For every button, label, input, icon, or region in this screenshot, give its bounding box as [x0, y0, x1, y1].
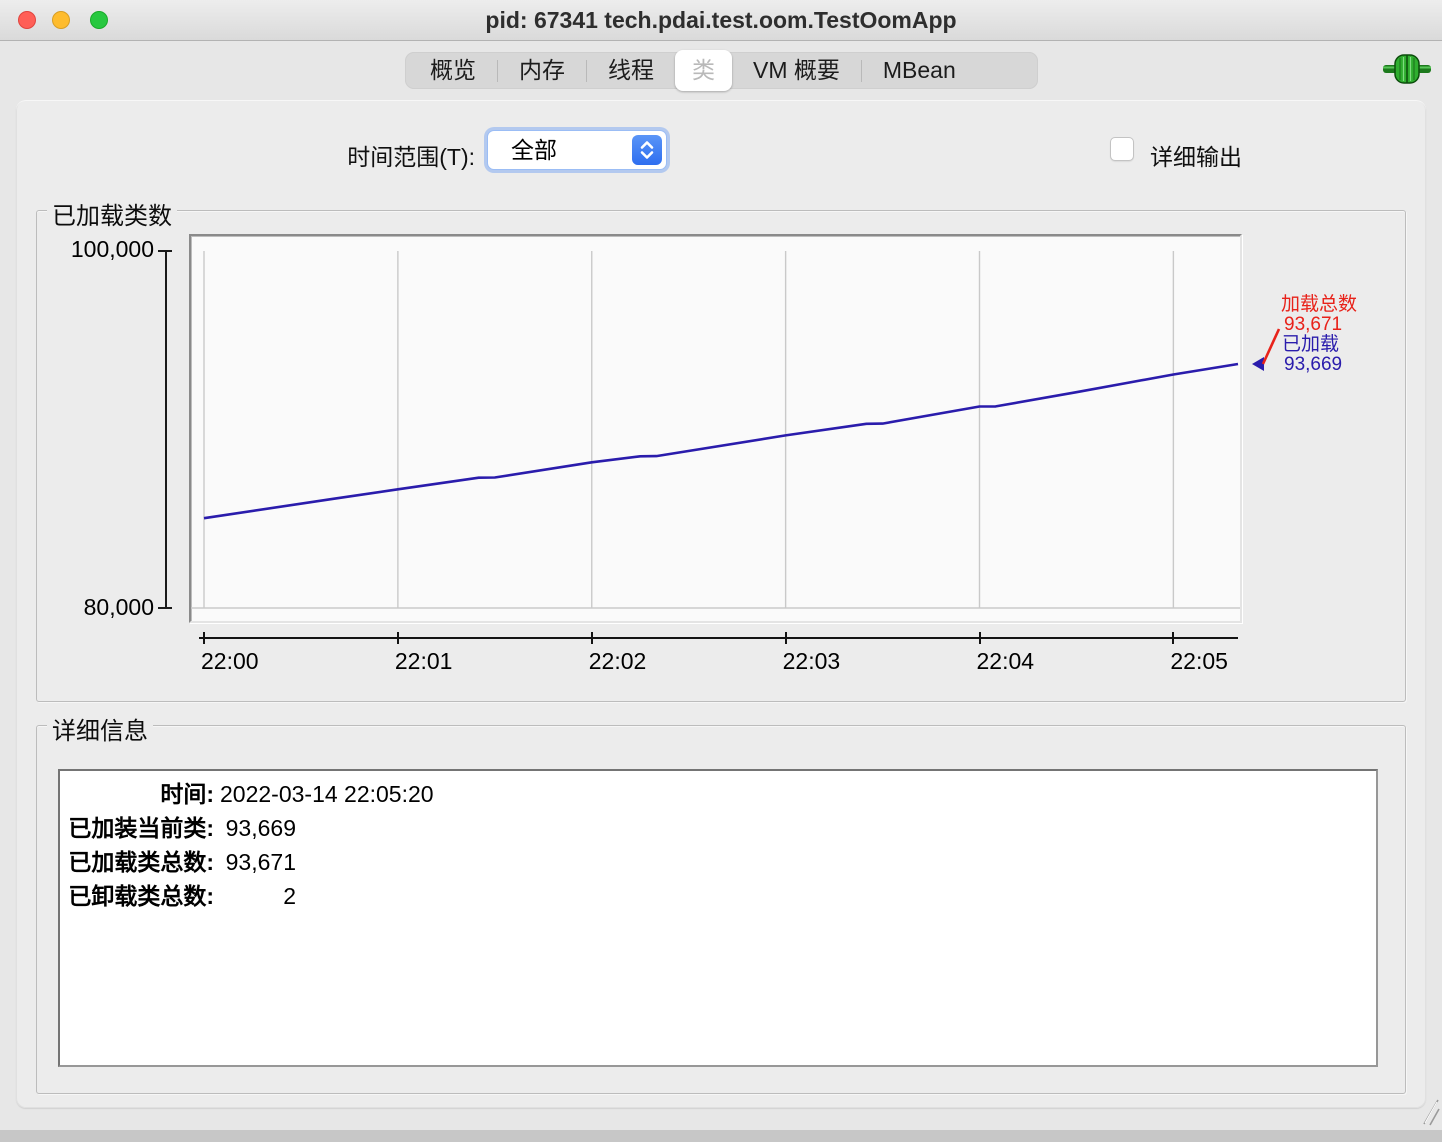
annotation-loaded-label: 已加载 — [1282, 335, 1339, 355]
tab-线程[interactable]: 线程 — [587, 52, 675, 89]
x-axis-label: 22:03 — [783, 648, 841, 675]
detail-row: 已加载类总数:93,671 — [68, 845, 1368, 879]
tab-VM 概要[interactable]: VM 概要 — [732, 52, 861, 89]
annotation-total-value: 93,671 — [1284, 315, 1342, 335]
jconsole-window: pid: 67341 tech.pdai.test.oom.TestOomApp… — [0, 0, 1442, 1142]
detail-value: 93,671 — [220, 845, 296, 879]
time-range-select[interactable]: 全部 — [487, 130, 667, 170]
chart-title: 已加载类数 — [47, 196, 177, 231]
detail-label: 时间: — [68, 777, 214, 811]
detail-value: 93,669 — [220, 811, 296, 845]
y-axis-label-min: 80,000 — [37, 594, 154, 620]
line-chart — [191, 236, 1240, 621]
details-text-area[interactable]: 时间:2022-03-14 22:05:20已加装当前类:93,669已加载类总… — [58, 769, 1378, 1067]
annotation-loaded-value: 93,669 — [1284, 355, 1342, 375]
x-axis-tick — [785, 632, 787, 644]
details-group: 详细信息 时间:2022-03-14 22:05:20已加装当前类:93,669… — [36, 725, 1406, 1094]
plug-connected-icon — [1383, 54, 1431, 84]
time-range-selected-value: 全部 — [511, 131, 557, 169]
x-axis-label: 22:04 — [977, 648, 1035, 675]
y-axis-line — [165, 251, 167, 608]
details-title: 详细信息 — [47, 711, 153, 746]
y-axis-tick — [158, 250, 172, 252]
tab-MBean[interactable]: MBean — [862, 52, 977, 89]
x-axis-tick — [979, 632, 981, 644]
detail-label: 已加载类总数: — [68, 845, 214, 879]
x-axis-tick — [591, 632, 593, 644]
detail-label: 已卸载类总数: — [68, 879, 214, 913]
y-axis-label-max: 100,000 — [37, 236, 154, 262]
chart-plot-area — [189, 234, 1242, 623]
x-axis-tick — [397, 632, 399, 644]
x-axis-tick — [203, 632, 205, 644]
detail-label: 已加装当前类: — [68, 811, 214, 845]
x-axis-line — [199, 637, 1238, 639]
time-range-label: 时间范围(T): — [318, 138, 475, 172]
x-axis-tick — [1172, 632, 1174, 644]
x-axis-label: 22:02 — [589, 648, 647, 675]
detail-value: 2 — [220, 879, 296, 913]
window-title: pid: 67341 tech.pdai.test.oom.TestOomApp — [0, 0, 1442, 40]
resize-grip-icon[interactable] — [1414, 1094, 1440, 1126]
y-axis-tick — [158, 607, 172, 609]
x-axis-label: 22:05 — [1170, 648, 1228, 675]
tab-bar: 概览内存线程类VM 概要MBean — [405, 52, 1038, 89]
tab-概览[interactable]: 概览 — [409, 52, 497, 89]
tab-内存[interactable]: 内存 — [498, 52, 586, 89]
verbose-output-checkbox[interactable] — [1110, 137, 1134, 161]
verbose-output-label: 详细输出 — [1150, 138, 1242, 172]
up-down-chevrons-icon — [632, 135, 662, 165]
x-axis-label: 22:00 — [201, 648, 259, 675]
detail-row: 时间:2022-03-14 22:05:20 — [68, 777, 1368, 811]
loaded-classes-group: 已加载类数 100,000 80,000 22:0022:0122:0222:0… — [36, 210, 1406, 702]
annotation-total-label: 加载总数 — [1281, 295, 1357, 315]
title-bar: pid: 67341 tech.pdai.test.oom.TestOomApp — [0, 0, 1442, 41]
detail-value: 2022-03-14 22:05:20 — [220, 781, 434, 807]
tab-类[interactable]: 类 — [675, 50, 732, 91]
bottom-strip — [0, 1130, 1442, 1142]
detail-row: 已加装当前类:93,669 — [68, 811, 1368, 845]
x-axis-label: 22:01 — [395, 648, 453, 675]
detail-row: 已卸载类总数:2 — [68, 879, 1368, 913]
